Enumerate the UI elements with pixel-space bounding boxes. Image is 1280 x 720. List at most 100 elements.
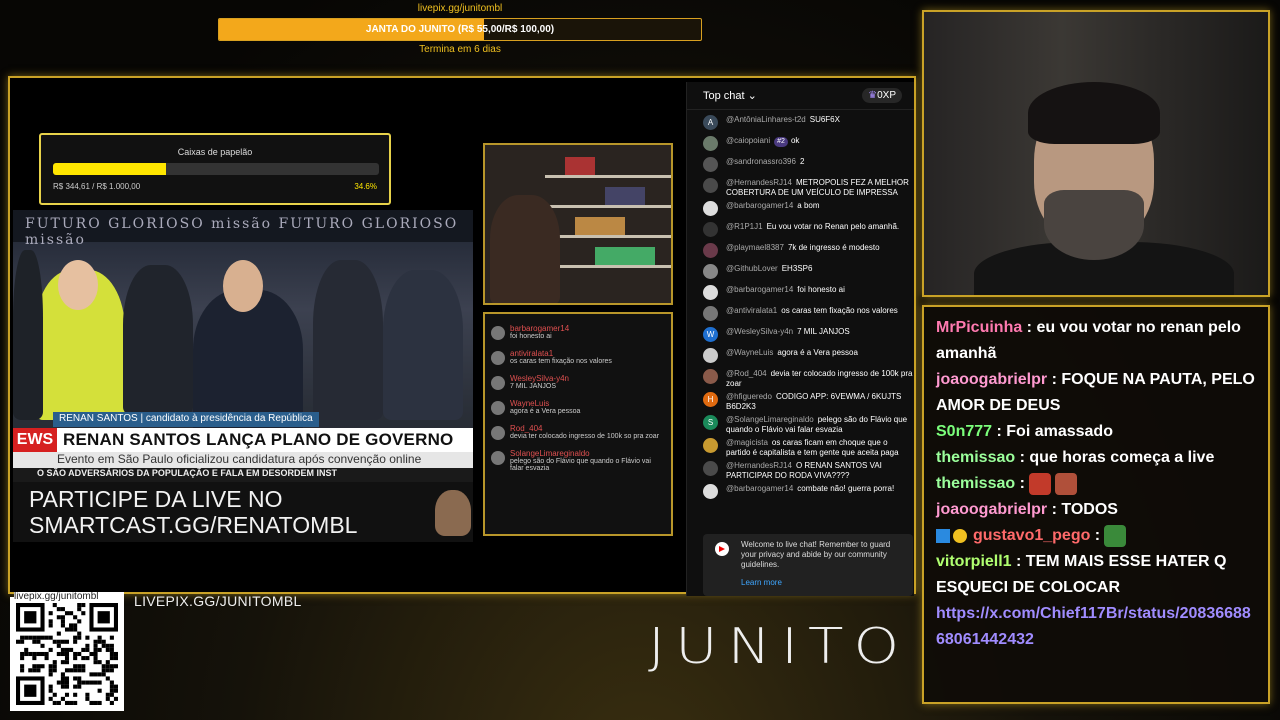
avatar[interactable]: H (703, 392, 718, 407)
news-ticker: O SÃO ADVERSÁRIOS DA POPULAÇÃO E FALA EM… (13, 468, 473, 482)
twitch-text: : Foi amassado (992, 423, 1113, 440)
yt-chat-message[interactable]: @caiopoiani #2 ok (703, 133, 914, 154)
yt-message-body: @antiviralata1 os caras tem fixação nos v… (726, 306, 914, 316)
inner-goal-amounts: R$ 344,61 / R$ 1.000,00 (53, 182, 141, 191)
avatar[interactable] (703, 438, 718, 453)
avatar[interactable]: S (703, 415, 718, 430)
avatar[interactable] (703, 222, 718, 237)
yt-chat-message[interactable]: @barbarogamer14 a bom (703, 198, 914, 219)
mini-chat-overlay: barbarogamer14 foi honesto ai antiviralata… (483, 312, 673, 536)
yt-message-body: @caiopoiani #2 ok (726, 136, 914, 147)
yt-author[interactable]: @Rod_404 (726, 369, 767, 378)
mini-chat-name: WesleySilva-y4n (510, 374, 569, 383)
top-chat-dropdown[interactable]: Top chat ⌄ (703, 89, 757, 102)
yt-chat-message[interactable]: S @SolangeLimareginaldo pelego são do Fláv… (703, 412, 914, 435)
twitch-text: : que horas começa a live (1015, 449, 1215, 466)
yt-author[interactable]: @barbarogamer14 (726, 484, 793, 493)
yt-message-body: @hfigueredo CODIGO APP: 6VEWMA / 6KUJTS B… (726, 392, 914, 412)
twitch-username[interactable]: themissao (936, 475, 1015, 492)
avatar (491, 426, 505, 440)
person-bg-4 (13, 250, 43, 420)
yt-author[interactable]: @HernandesRJ14 (726, 178, 792, 187)
yt-chat-message[interactable]: @R1P1J1 Eu vou votar no Renan pelo amanhã… (703, 219, 914, 240)
twitch-username[interactable]: S0n777 (936, 423, 992, 440)
twitch-message: joaoogabrielpr : TODOS (936, 497, 1256, 523)
yt-author[interactable]: @barbarogamer14 (726, 201, 793, 210)
yt-chat-message[interactable]: W @WesleySilva-y4n 7 MIL JANJOS (703, 324, 914, 345)
yt-chat-message[interactable]: A @AntôniaLinhares-t2d SU6F6X (703, 112, 914, 133)
avatar[interactable] (703, 136, 718, 151)
guest-cam (483, 143, 673, 305)
yt-chat-message[interactable]: @Rod_404 devia ter colocado ingresso de 1… (703, 366, 914, 389)
twitch-username[interactable]: vitorpiell1 (936, 553, 1012, 570)
yt-author[interactable]: @HernandesRJ14 (726, 461, 792, 470)
youtube-icon (715, 542, 729, 556)
yt-chat-message[interactable]: @GithubLover EH3SP6 (703, 261, 914, 282)
yt-author[interactable]: @R1P1J1 (726, 222, 763, 231)
yt-chat-message[interactable]: @HernandesRJ14 METROPOLIS FEZ A MELHOR CO… (703, 175, 914, 198)
mini-chat-row: SolangeLimareginaldo pelego são do Flávio… (491, 449, 665, 472)
inner-goal-bar (53, 163, 379, 175)
youtube-chat: Top chat ⌄ ♛0XP A @AntôniaLinhares-t2d SU6… (686, 82, 914, 596)
mini-chat-row: barbarogamer14 foi honesto ai (491, 324, 665, 340)
twitch-username[interactable]: joaoogabrielpr (936, 371, 1047, 388)
twitch-username[interactable]: themissao (936, 449, 1015, 466)
yt-chat-message[interactable]: @magicista os caras ficam em choque que o… (703, 435, 914, 458)
yt-chat-message[interactable]: @barbarogamer14 foi honesto ai (703, 282, 914, 303)
yt-message-text: 7 MIL JANJOS (797, 327, 850, 336)
avatar[interactable]: A (703, 115, 718, 130)
yt-author[interactable]: @playmael8387 (726, 243, 784, 252)
yt-message-body: @barbarogamer14 combate não! guerra porra… (726, 484, 914, 494)
twitch-username[interactable]: MrPicuinha (936, 319, 1022, 336)
yt-message-text: SU6F6X (809, 115, 840, 124)
news-video[interactable]: FUTURO GLORIOSO missão FUTURO GLORIOSO m… (13, 210, 473, 542)
twitch-message: gustavo1_pego : (936, 523, 1256, 549)
yt-author[interactable]: @SolangeLimareginaldo (726, 415, 814, 424)
yt-author[interactable]: @magicista (726, 438, 768, 447)
xp-badge[interactable]: ♛0XP (862, 88, 902, 103)
emote-icon (1104, 524, 1127, 547)
avatar-cartoon (435, 490, 471, 536)
qr-code[interactable] (10, 597, 124, 711)
twitch-link[interactable]: https://x.com/Chief117Br/status/20836688… (936, 605, 1251, 648)
twitch-text: : (1015, 475, 1025, 492)
avatar[interactable] (703, 484, 718, 499)
yt-message-body: @sandronassro396 2 (726, 157, 914, 167)
avatar[interactable] (703, 264, 718, 279)
yt-chat-message[interactable]: @barbarogamer14 combate não! guerra porra… (703, 481, 914, 502)
yt-chat-message[interactable]: @HernandesRJ14 O RENAN SANTOS VAI PARTICI… (703, 458, 914, 481)
yt-message-text: 2 (799, 157, 805, 166)
yt-chat-header: Top chat ⌄ ♛0XP (687, 82, 914, 110)
yt-chat-message[interactable]: @playmael8387 7k de ingresso é modesto (703, 240, 914, 261)
mini-chat-row: WesleySilva-y4n 7 MIL JANJOS (491, 374, 665, 390)
avatar[interactable] (703, 178, 718, 193)
twitch-username[interactable]: joaoogabrielpr (936, 501, 1047, 518)
avatar[interactable] (703, 157, 718, 172)
avatar[interactable] (703, 243, 718, 258)
yt-chat-message[interactable]: H @hfigueredo CODIGO APP: 6VEWMA / 6KUJTS … (703, 389, 914, 412)
twitch-username[interactable]: gustavo1_pego (973, 527, 1090, 544)
yt-author[interactable]: @antiviralata1 (726, 306, 777, 315)
avatar[interactable] (703, 369, 718, 384)
goal-label: JANTA DO JUNITO (R$ 55,00/R$ 100,00) (365, 24, 555, 35)
yt-author[interactable]: @hfigueredo (726, 392, 772, 401)
learn-more-link[interactable]: Learn more (741, 578, 905, 588)
avatar[interactable] (703, 348, 718, 363)
avatar[interactable] (703, 285, 718, 300)
yt-chat-message[interactable]: @WayneLuis agora é a Vera pessoa (703, 345, 914, 366)
yt-chat-message[interactable]: @antiviralata1 os caras tem fixação nos v… (703, 303, 914, 324)
yt-author[interactable]: @WesleySilva-y4n (726, 327, 793, 336)
yt-chat-message[interactable]: @sandronassro396 2 (703, 154, 914, 175)
yt-author[interactable]: @sandronassro396 (726, 157, 796, 166)
avatar[interactable] (703, 201, 718, 216)
yt-author[interactable]: @caiopoiani (726, 136, 770, 145)
yt-message-body: @WesleySilva-y4n 7 MIL JANJOS (726, 327, 914, 337)
avatar[interactable]: W (703, 327, 718, 342)
avatar[interactable] (703, 306, 718, 321)
yt-author[interactable]: @GithubLover (726, 264, 778, 273)
yt-author[interactable]: @AntôniaLinhares-t2d (726, 115, 806, 124)
yt-author[interactable]: @barbarogamer14 (726, 285, 793, 294)
goal-url[interactable]: livepix.gg/junitombl (218, 3, 702, 14)
avatar[interactable] (703, 461, 718, 476)
yt-author[interactable]: @WayneLuis (726, 348, 773, 357)
